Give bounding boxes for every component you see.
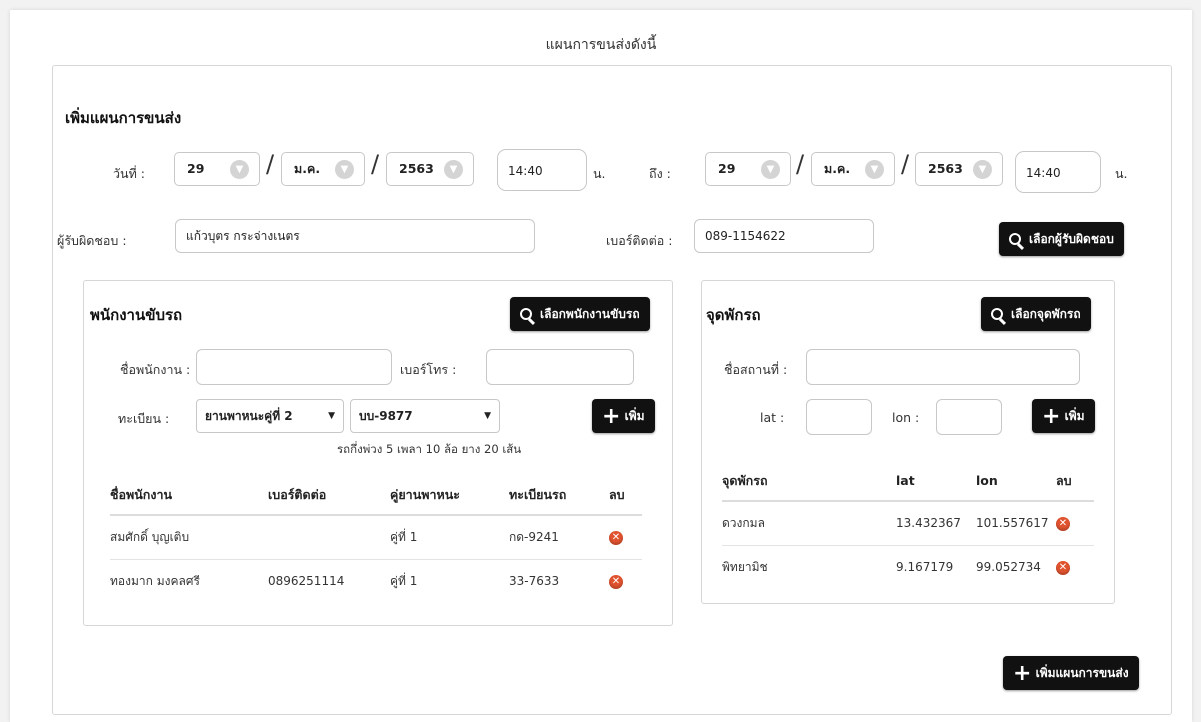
drivers-table: ชื่อพนักงาน เบอร์ติดต่อ คู่ยานพาหนะ ทะเบ…	[110, 475, 642, 603]
chevron-down-icon: ▼	[865, 160, 884, 179]
to-label: ถึง :	[649, 166, 671, 181]
add-plan-button[interactable]: + เพิ่มแผนการขนส่ง	[1003, 656, 1139, 690]
table-row: สมศักดิ์ บุญเติบ คู่ที่ 1 กด-9241 ✕	[110, 515, 642, 560]
stop-lat-cell: 9.167179	[896, 560, 954, 575]
plate-label: ทะเบียน :	[118, 411, 170, 426]
search-icon	[1009, 233, 1021, 245]
driver-name-cell: สมศักดิ์ บุญเติบ	[110, 515, 268, 560]
stop-name-cell: ดวงกมล	[722, 501, 896, 546]
form-heading: เพิ่มแผนการขนส่ง	[65, 109, 182, 127]
delete-icon[interactable]: ✕	[609, 531, 623, 546]
delete-icon[interactable]: ✕	[1056, 517, 1070, 532]
driver-phone-cell: 0896251114	[268, 574, 345, 589]
plus-icon: +	[1013, 661, 1032, 686]
drivers-heading: พนักงานขับรถ	[90, 306, 183, 324]
date-separator: /	[901, 150, 910, 178]
column-header: ลบ	[609, 475, 642, 516]
page-title: แผนการขนส่งดังนี้	[545, 37, 657, 53]
date-separator: /	[371, 150, 380, 178]
plus-icon: +	[602, 404, 621, 429]
start-year-select[interactable]: 2563 ▼	[386, 152, 474, 186]
table-row: พิทยามิช 9.167179 99.052734 ✕	[722, 545, 1094, 589]
lon-input[interactable]	[936, 399, 1002, 435]
table-header-row: ชื่อพนักงาน เบอร์ติดต่อ คู่ยานพาหนะ ทะเบ…	[110, 475, 642, 516]
column-header: lon	[976, 461, 1056, 502]
table-row: ทองมาก มงคลศรี 0896251114 คู่ที่ 1 33-76…	[110, 559, 642, 603]
start-time-input[interactable]: 14:40	[497, 149, 587, 191]
column-header: เบอร์ติดต่อ	[268, 475, 390, 516]
driver-name-cell: ทองมาก มงคลศรี	[110, 573, 200, 588]
end-month-select[interactable]: ม.ค. ▼	[811, 152, 895, 186]
end-day-select[interactable]: 29 ▼	[705, 152, 791, 186]
vehicle-note: รถกึ่งพ่วง 5 เพลา 10 ล้อ ยาง 20 เส้น	[337, 442, 522, 456]
caret-down-icon: ▼	[328, 411, 335, 421]
driver-plate-cell: กด-9241	[509, 515, 609, 560]
column-header: ชื่อพนักงาน	[110, 475, 268, 516]
end-year-select[interactable]: 2563 ▼	[915, 152, 1003, 186]
table-row: ดวงกมล 13.432367 101.557617 ✕	[722, 501, 1094, 546]
page: แผนการขนส่งดังนี้ เพิ่มแผนการขนส่ง วันที…	[10, 10, 1192, 722]
date-label: วันที่ :	[113, 166, 145, 181]
chevron-down-icon: ▼	[973, 160, 992, 179]
driver-pair-cell: คู่ที่ 1	[390, 573, 418, 588]
plan-form-panel: เพิ่มแผนการขนส่ง วันที่ : 29 ▼ / ม.ค. ▼ …	[52, 65, 1172, 715]
driver-tel-label: เบอร์โทร :	[400, 362, 457, 377]
chevron-down-icon: ▼	[444, 160, 463, 179]
lon-label: lon :	[892, 410, 920, 425]
driver-name-input[interactable]	[196, 349, 392, 385]
driver-phone-cell	[268, 515, 390, 560]
column-header: จุดพักรถ	[722, 461, 896, 502]
add-rest-stop-button[interactable]: + เพิ่ม	[1032, 399, 1095, 433]
plus-icon: +	[1042, 404, 1061, 429]
stop-lat-cell: 13.432367	[896, 501, 976, 546]
responsible-input[interactable]: แก้วบุตร กระจ่างเนตร	[175, 219, 535, 253]
rest-stops-heading: จุดพักรถ	[706, 306, 761, 324]
delete-icon[interactable]: ✕	[1056, 561, 1070, 576]
place-name-input[interactable]	[806, 349, 1080, 385]
column-header: คู่ยานพาหนะ	[390, 475, 509, 516]
column-header: ทะเบียนรถ	[509, 475, 609, 516]
choose-responsible-button[interactable]: เลือกผู้รับผิดชอบ	[999, 222, 1124, 256]
choose-rest-stop-button[interactable]: เลือกจุดพักรถ	[981, 297, 1091, 331]
date-separator: /	[796, 150, 805, 178]
chevron-down-icon: ▼	[761, 160, 780, 179]
date-separator: /	[266, 150, 275, 178]
chevron-down-icon: ▼	[335, 160, 354, 179]
phone-input[interactable]: 089-1154622	[694, 219, 874, 253]
start-month-select[interactable]: ม.ค. ▼	[281, 152, 365, 186]
search-icon	[991, 308, 1003, 320]
end-hour-unit: น.	[1115, 166, 1128, 181]
lat-label: lat :	[760, 410, 785, 425]
add-driver-button[interactable]: + เพิ่ม	[592, 399, 655, 433]
column-header: ลบ	[1056, 461, 1094, 502]
chevron-down-icon: ▼	[230, 160, 249, 179]
stop-lon-cell: 99.052734	[976, 560, 1041, 575]
choose-driver-button[interactable]: เลือกพนักงานขับรถ	[510, 297, 650, 331]
driver-name-label: ชื่อพนักงาน :	[120, 362, 191, 377]
caret-down-icon: ▼	[484, 411, 491, 421]
stop-lon-cell: 101.557617	[976, 501, 1056, 546]
start-hour-unit: น.	[593, 166, 606, 181]
rest-stops-panel: จุดพักรถ เลือกจุดพักรถ ชื่อสถานที่ : lat…	[701, 280, 1115, 604]
driver-plate-cell: 33-7633	[509, 574, 560, 589]
table-header-row: จุดพักรถ lat lon ลบ	[722, 461, 1094, 502]
column-header: lat	[896, 461, 976, 502]
phone-label: เบอร์ติดต่อ :	[606, 233, 673, 248]
end-time-input[interactable]: 14:40	[1015, 151, 1101, 193]
driver-tel-input[interactable]	[486, 349, 634, 385]
place-name-label: ชื่อสถานที่ :	[724, 362, 788, 377]
plate-select[interactable]: บบ-9877 ▼	[350, 399, 500, 433]
lat-input[interactable]	[806, 399, 872, 435]
drivers-panel: พนักงานขับรถ เลือกพนักงานขับรถ ชื่อพนักง…	[83, 280, 673, 626]
rest-stops-table: จุดพักรถ lat lon ลบ ดวงกมล 13.432367 101…	[722, 461, 1094, 589]
search-icon	[520, 308, 532, 320]
driver-pair-cell: คู่ที่ 1	[390, 515, 509, 560]
start-day-select[interactable]: 29 ▼	[174, 152, 260, 186]
stop-name-cell: พิทยามิช	[722, 559, 768, 574]
vehicle-select[interactable]: ยานพาหนะคู่ที่ 2 ▼	[196, 399, 344, 433]
delete-icon[interactable]: ✕	[609, 575, 623, 590]
responsible-label: ผู้รับผิดชอบ :	[57, 233, 127, 248]
